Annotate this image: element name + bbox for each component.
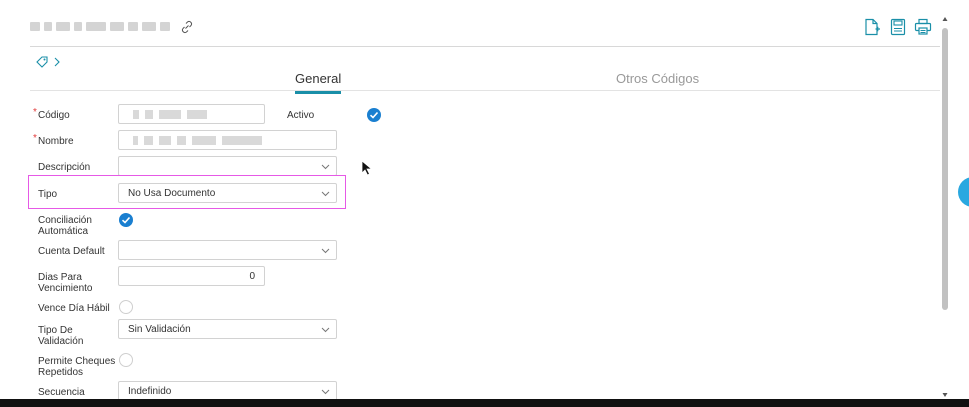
required-marker: * <box>33 107 37 118</box>
scroll-down-icon[interactable] <box>942 392 948 398</box>
dias-label-line1: Dias Para <box>38 272 82 283</box>
floating-action-button[interactable] <box>958 177 969 207</box>
chevron-down-icon <box>321 389 330 395</box>
link-icon[interactable] <box>180 20 194 34</box>
activo-label: Activo <box>287 110 315 121</box>
tipo-label: Tipo <box>38 189 58 200</box>
tab-general[interactable]: General <box>295 71 342 94</box>
tipo-validacion-label-line2: Validación <box>38 336 84 347</box>
print-icon[interactable] <box>914 18 932 36</box>
active-tab-indicator <box>295 91 342 94</box>
tab-otros-codigos[interactable]: Otros Códigos <box>616 71 699 86</box>
permite-label: Permite Cheques Repetidos <box>38 356 115 378</box>
tipo-validacion-label: Tipo De Validación <box>38 325 83 347</box>
new-document-icon[interactable] <box>863 18 881 36</box>
descripcion-select[interactable] <box>118 156 337 176</box>
conciliacion-label-line2: Automática <box>38 226 89 237</box>
tipo-select[interactable]: No Usa Documento <box>118 183 337 203</box>
required-marker: * <box>33 133 37 144</box>
conciliacion-checkbox[interactable] <box>119 213 133 227</box>
codigo-label: Código <box>38 110 70 121</box>
cuenta-default-label: Cuenta Default <box>38 246 105 257</box>
tab-general-label: General <box>295 71 342 86</box>
codigo-input[interactable] <box>118 104 265 124</box>
vence-toggle[interactable] <box>119 300 133 314</box>
chevron-down-icon <box>321 164 330 170</box>
tabs-divider <box>30 90 940 91</box>
secuencia-label: Secuencia <box>38 387 85 398</box>
chevron-down-icon <box>321 327 330 333</box>
activo-checkbox[interactable] <box>367 108 381 122</box>
tipo-validacion-select[interactable]: Sin Validación <box>118 319 337 339</box>
cuenta-default-select[interactable] <box>118 240 337 260</box>
page-header <box>0 0 940 46</box>
check-icon <box>369 111 379 119</box>
dias-input[interactable]: 0 <box>118 266 265 286</box>
scroll-up-icon[interactable] <box>942 16 948 22</box>
permite-toggle[interactable] <box>119 353 133 367</box>
secuencia-select[interactable]: Indefinido <box>118 381 337 401</box>
permite-label-line1: Permite Cheques <box>38 356 116 367</box>
dias-label-line2: Vencimiento <box>38 283 93 294</box>
tipo-validacion-label-line1: Tipo De <box>38 325 73 336</box>
check-icon <box>121 216 131 224</box>
tab-bar: General Otros Códigos <box>0 66 940 94</box>
permite-label-line2: Repetidos <box>38 367 84 378</box>
descripcion-label: Descripción <box>38 162 91 173</box>
conciliacion-label: Conciliación Automática <box>38 215 92 237</box>
scrollbar-thumb[interactable] <box>942 28 948 310</box>
nombre-input[interactable] <box>118 130 337 150</box>
header-divider <box>30 46 940 47</box>
save-icon[interactable] <box>889 18 907 36</box>
nombre-label: Nombre <box>38 136 74 147</box>
dias-value: 0 <box>249 271 255 282</box>
tab-otros-codigos-label: Otros Códigos <box>616 71 700 86</box>
bottom-bar <box>0 399 969 407</box>
chevron-down-icon <box>321 248 330 254</box>
mouse-cursor-icon <box>361 160 373 176</box>
page-title <box>30 18 180 34</box>
tipo-value: No Usa Documento <box>128 188 216 199</box>
vence-label: Vence Día Hábil <box>38 303 110 314</box>
dias-label: Dias Para Vencimiento <box>38 272 92 294</box>
secuencia-value: Indefinido <box>128 386 172 397</box>
conciliacion-label-line1: Conciliación <box>38 215 92 226</box>
chevron-down-icon <box>321 191 330 197</box>
tipo-validacion-value: Sin Validación <box>128 324 191 335</box>
